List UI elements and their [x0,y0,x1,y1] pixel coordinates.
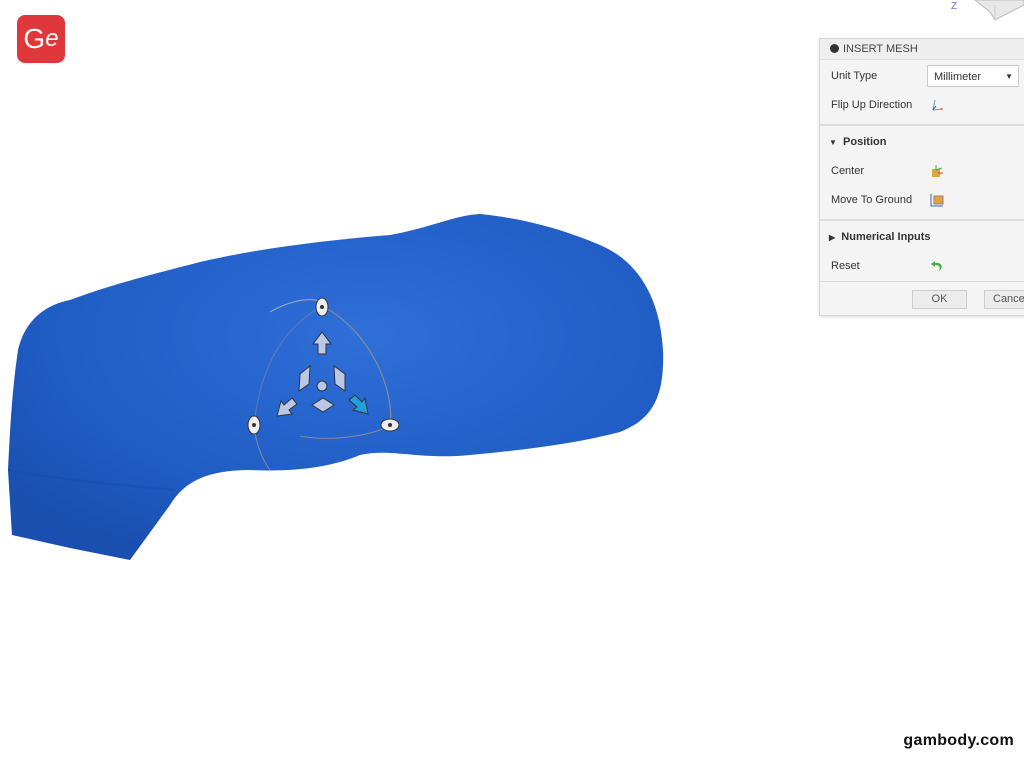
dropdown-caret-icon: ▼ [1005,72,1013,81]
panel-title: INSERT MESH [843,43,918,55]
unit-type-label: Unit Type [831,70,878,82]
reset-icon[interactable] [930,259,944,273]
gambody-logo: Ge [17,15,65,63]
reset-label: Reset [831,260,860,272]
watermark: gambody.com [903,732,1014,749]
panel-header: INSERT MESH [820,39,1024,60]
move-to-ground-label: Move To Ground [831,194,913,206]
ok-button[interactable]: OK [912,290,967,309]
numerical-inputs-toggle[interactable]: ▶ Numerical Inputs [829,231,931,243]
cancel-button[interactable]: Cancel [984,290,1024,309]
position-section-toggle[interactable]: ▼ Position [829,136,886,148]
center-label: Center [831,165,865,177]
move-to-ground-icon[interactable] [930,193,944,207]
view-cube[interactable]: Z [951,0,1024,21]
flip-up-label: Flip Up Direction [831,99,913,111]
view-cube-z-label: Z [951,1,957,12]
collapse-icon[interactable] [830,44,839,53]
triangle-down-icon: ▼ [829,138,837,147]
flip-up-direction-icon[interactable] [930,98,944,112]
center-icon[interactable] [930,164,944,178]
center-handle [316,380,328,392]
mesh-model[interactable] [8,214,664,560]
triangle-right-icon: ▶ [829,233,836,242]
insert-mesh-panel: INSERT MESH Unit Type Millimeter ▼ Flip U… [819,38,1024,316]
unit-type-select[interactable]: Millimeter ▼ [927,65,1019,87]
